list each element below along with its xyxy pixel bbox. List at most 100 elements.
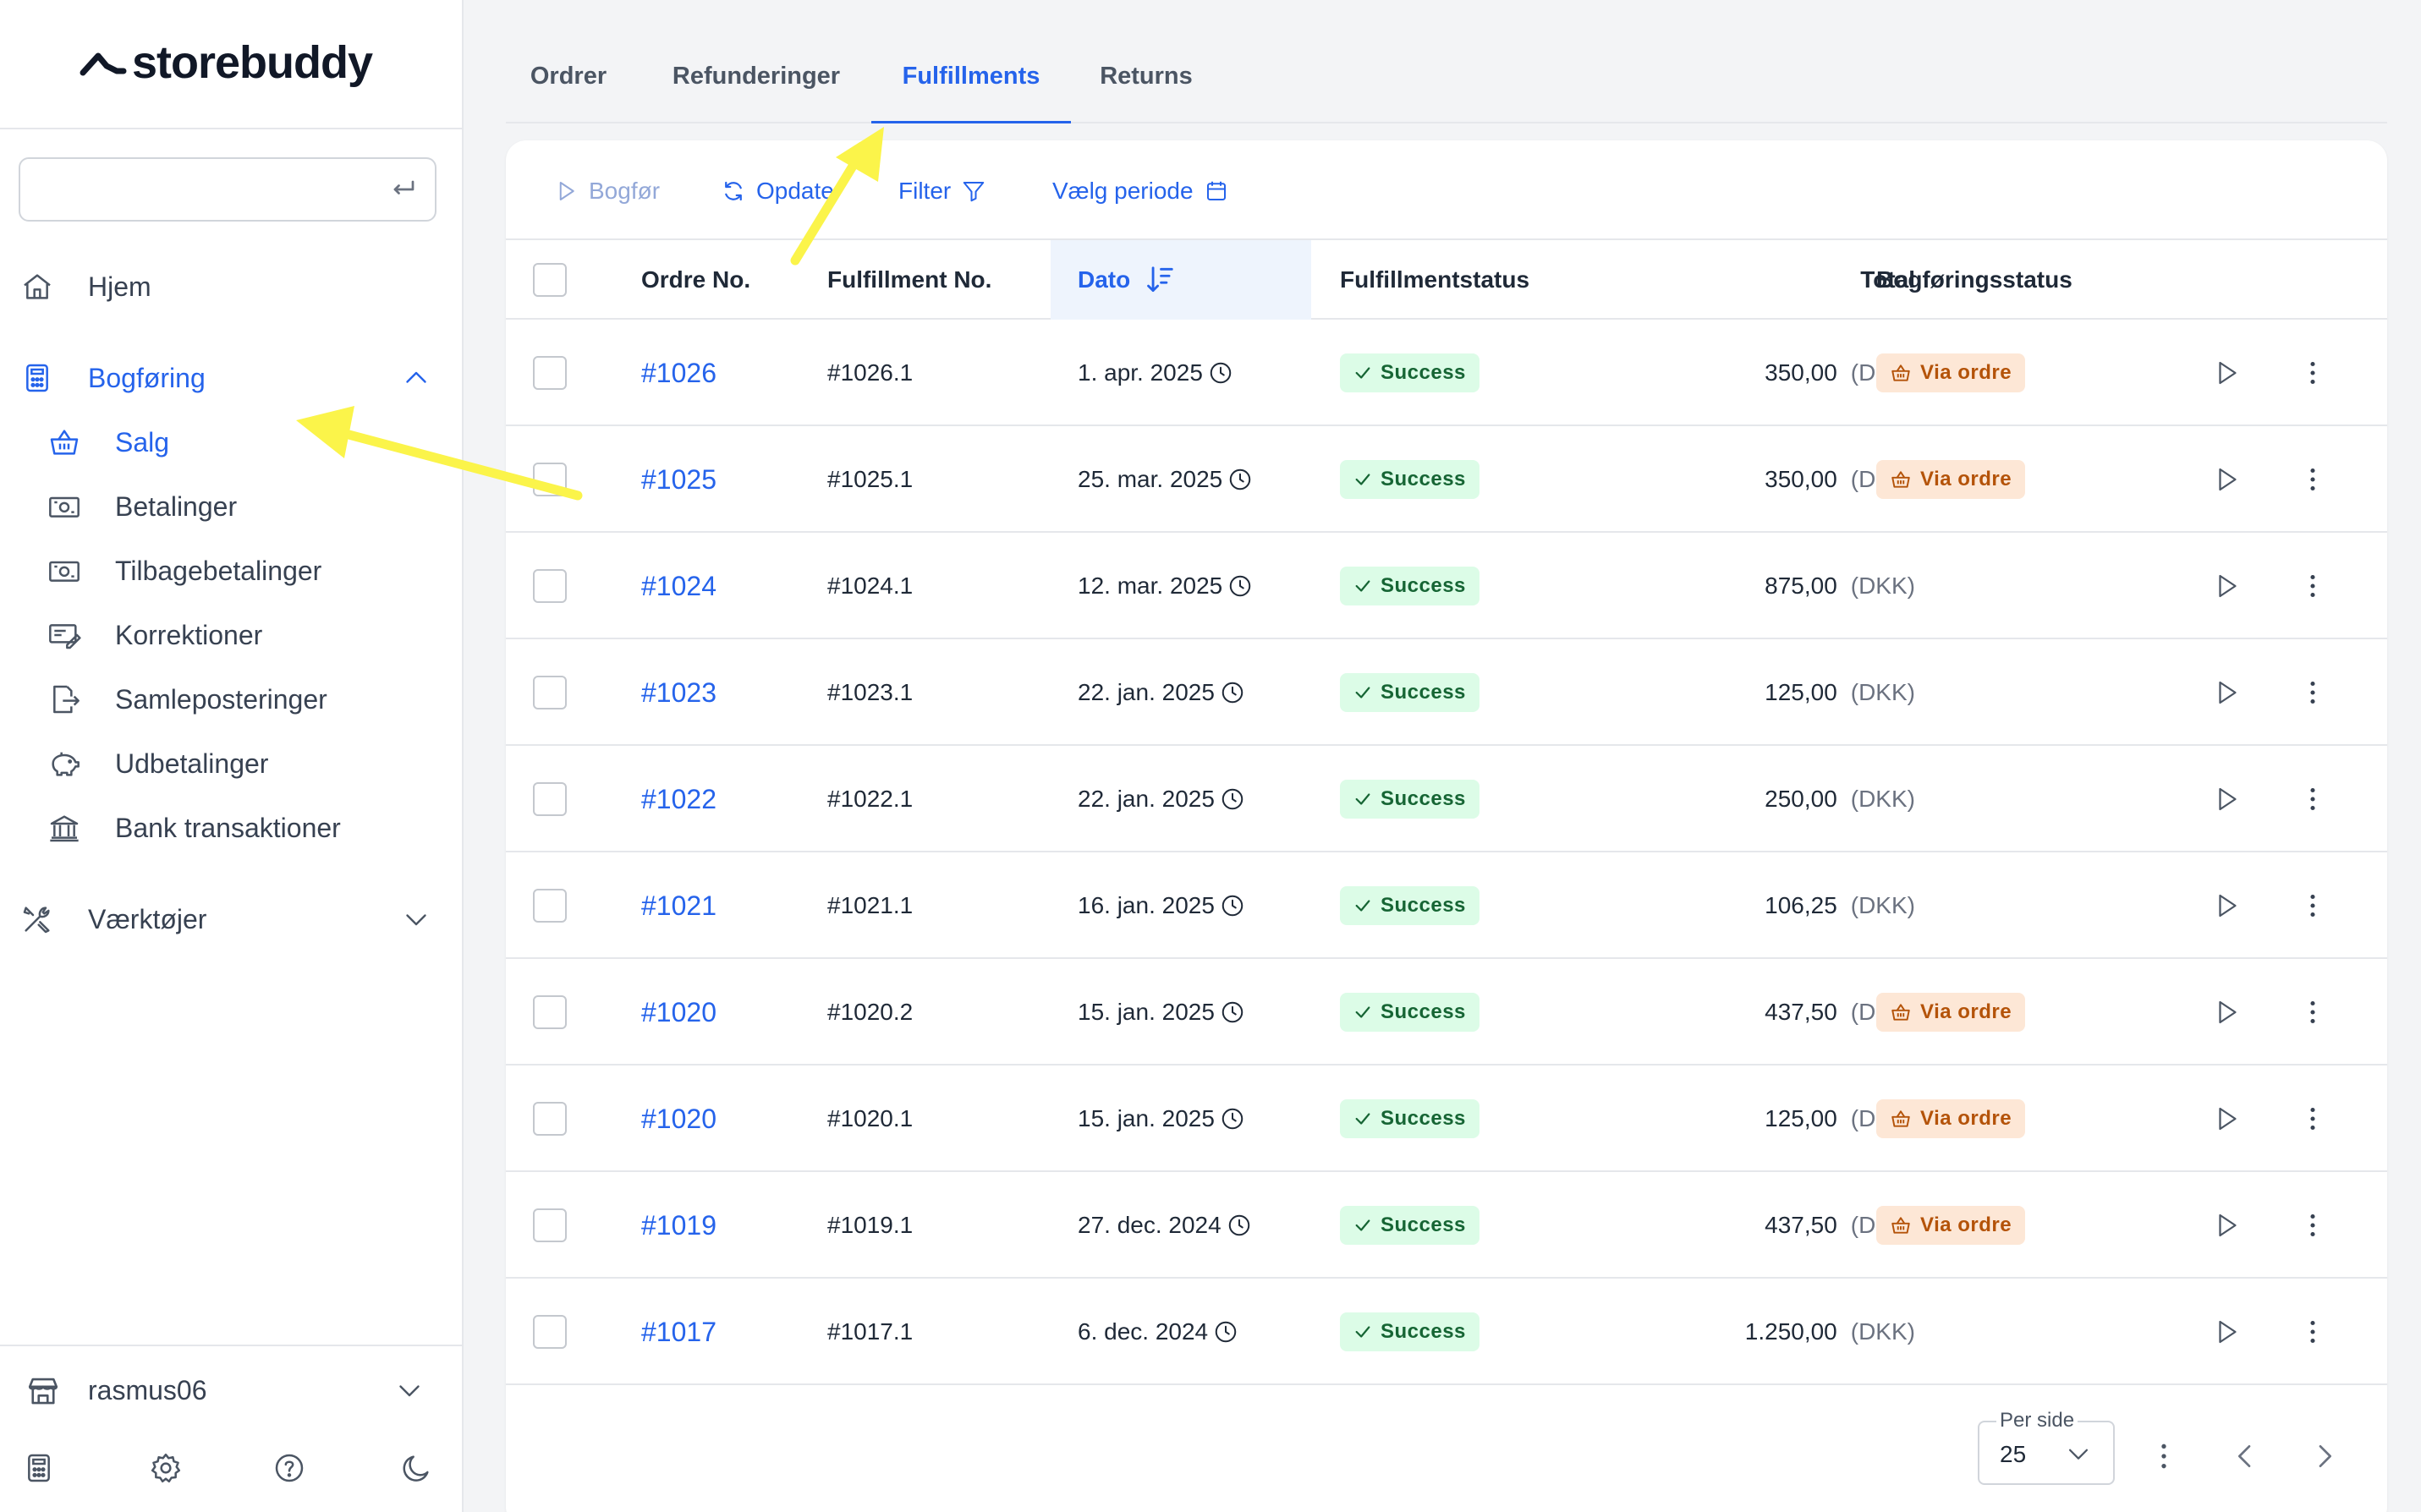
- table-row[interactable]: #1026#1026.11. apr. 2025Success350,00(DK…: [506, 320, 2387, 426]
- header-fulfillment-no[interactable]: Fulfillment No.: [827, 240, 991, 320]
- more-vertical-icon[interactable]: [2147, 1439, 2181, 1473]
- booking-badge[interactable]: Via ordre: [1876, 460, 2026, 499]
- vaelg-periode-button[interactable]: Vælg periode: [1052, 173, 1229, 210]
- order-link[interactable]: #1025: [641, 464, 716, 496]
- more-vertical-icon[interactable]: [2297, 1317, 2328, 1347]
- table-row[interactable]: #1025#1025.125. mar. 2025Success350,00(D…: [506, 426, 2387, 533]
- sidebar-item-bank-transaktioner[interactable]: Bank transaktioner: [0, 802, 464, 854]
- table-row[interactable]: #1024 #1024.1 12. mar. 2025 Success 875,00 (D…: [506, 533, 2387, 639]
- row-checkbox[interactable]: [533, 1102, 567, 1136]
- row-checkbox[interactable]: [533, 463, 567, 496]
- table-row[interactable]: #1022 #1022.1 22. jan. 2025 Success 250,00 (D…: [506, 746, 2387, 852]
- clock-icon[interactable]: [1220, 680, 1245, 705]
- play-icon[interactable]: [2211, 464, 2242, 495]
- more-vertical-icon[interactable]: [2297, 890, 2328, 921]
- order-link[interactable]: #1021: [641, 890, 716, 922]
- table-row[interactable]: #1017 #1017.1 6. dec. 2024 Success 1.250,00 (…: [506, 1279, 2387, 1385]
- play-icon[interactable]: [2211, 890, 2242, 921]
- booking-badge[interactable]: Via ordre: [1876, 993, 2026, 1032]
- row-checkbox[interactable]: [533, 889, 567, 923]
- more-vertical-icon[interactable]: [2297, 358, 2328, 388]
- row-checkbox[interactable]: [533, 676, 567, 709]
- order-link[interactable]: #1020: [641, 1104, 716, 1135]
- play-icon[interactable]: [2211, 997, 2242, 1027]
- sidebar-item-hjem[interactable]: Hjem: [0, 257, 464, 316]
- play-icon[interactable]: [2211, 1104, 2242, 1134]
- booking-badge[interactable]: Via ordre: [1876, 1206, 2026, 1245]
- booking-badge[interactable]: Via ordre: [1876, 1099, 2026, 1138]
- header-fulfillmentstatus[interactable]: Fulfillmentstatus: [1340, 240, 1529, 320]
- play-icon[interactable]: [2211, 358, 2242, 388]
- tab-refunderinger[interactable]: Refunderinger: [672, 63, 841, 123]
- tab-returns[interactable]: Returns: [1100, 63, 1193, 123]
- order-link[interactable]: #1019: [641, 1210, 716, 1241]
- play-icon[interactable]: [2211, 571, 2242, 601]
- header-bogforingsstatus[interactable]: Bogføringsstatus: [1876, 240, 2072, 320]
- sidebar-search-input[interactable]: [19, 157, 436, 222]
- moon-icon[interactable]: [399, 1451, 433, 1485]
- row-checkbox[interactable]: [533, 1208, 567, 1242]
- chevron-left-icon[interactable]: [2228, 1439, 2262, 1473]
- more-vertical-icon[interactable]: [2297, 784, 2328, 814]
- chevron-down-icon[interactable]: [394, 1375, 425, 1405]
- sidebar-item-korrektioner[interactable]: Korrektioner: [0, 609, 464, 661]
- more-vertical-icon[interactable]: [2297, 571, 2328, 601]
- order-link[interactable]: #1020: [641, 997, 716, 1028]
- order-link[interactable]: #1023: [641, 677, 716, 709]
- help-icon[interactable]: [272, 1451, 306, 1485]
- clock-icon[interactable]: [1220, 893, 1245, 918]
- order-link[interactable]: #1017: [641, 1317, 716, 1348]
- more-vertical-icon[interactable]: [2297, 1210, 2328, 1241]
- sidebar-item-betalinger[interactable]: Betalinger: [0, 480, 464, 533]
- clock-icon[interactable]: [1227, 467, 1253, 492]
- user-switcher[interactable]: rasmus06: [0, 1361, 464, 1421]
- more-vertical-icon[interactable]: [2297, 1104, 2328, 1134]
- play-icon[interactable]: [2211, 1210, 2242, 1241]
- table-row[interactable]: #1020#1020.115. jan. 2025Success125,00(D…: [506, 1066, 2387, 1172]
- clock-icon[interactable]: [1227, 573, 1253, 599]
- sidebar-item-samleposteringer[interactable]: Samleposteringer: [0, 673, 464, 726]
- header-dato[interactable]: Dato: [1051, 240, 1311, 320]
- clock-icon[interactable]: [1227, 1213, 1252, 1238]
- play-icon[interactable]: [2211, 677, 2242, 708]
- tab-fulfillments[interactable]: Fulfillments: [871, 63, 1071, 123]
- more-vertical-icon[interactable]: [2297, 677, 2328, 708]
- table-row[interactable]: #1019#1019.127. dec. 2024Success437,50(D…: [506, 1172, 2387, 1279]
- order-link[interactable]: #1026: [641, 358, 716, 389]
- row-checkbox[interactable]: [533, 995, 567, 1029]
- chevron-right-icon[interactable]: [2308, 1439, 2341, 1473]
- play-icon[interactable]: [2211, 1317, 2242, 1347]
- sidebar-item-bogforing[interactable]: Bogføring: [0, 348, 464, 408]
- table-row[interactable]: #1021 #1021.1 16. jan. 2025 Success 106,25 (D…: [506, 852, 2387, 959]
- clock-icon[interactable]: [1213, 1319, 1238, 1345]
- sidebar-item-tilbagebetalinger[interactable]: Tilbagebetalinger: [0, 545, 464, 597]
- header-order-no[interactable]: Ordre No.: [641, 240, 750, 320]
- order-link[interactable]: #1024: [641, 571, 716, 602]
- more-vertical-icon[interactable]: [2297, 997, 2328, 1027]
- booking-badge[interactable]: Via ordre: [1876, 353, 2026, 392]
- sidebar-item-salg[interactable]: Salg: [0, 416, 464, 468]
- order-link[interactable]: #1022: [641, 784, 716, 815]
- filter-button[interactable]: Filter: [898, 173, 986, 210]
- clock-icon[interactable]: [1220, 1106, 1245, 1131]
- clock-icon[interactable]: [1208, 360, 1233, 386]
- tab-ordrer[interactable]: Ordrer: [530, 63, 607, 123]
- row-checkbox[interactable]: [533, 782, 567, 816]
- per-side-select[interactable]: Per side 25: [1978, 1409, 2115, 1485]
- select-all-checkbox[interactable]: [533, 263, 567, 297]
- brand-logo[interactable]: storebuddy: [80, 32, 373, 93]
- play-icon[interactable]: [2211, 784, 2242, 814]
- chevron-down-icon[interactable]: [401, 904, 431, 934]
- row-checkbox[interactable]: [533, 356, 567, 390]
- table-row[interactable]: #1020#1020.215. jan. 2025Success437,50(D…: [506, 959, 2387, 1066]
- sidebar-item-udbetalinger[interactable]: Udbetalinger: [0, 737, 464, 790]
- table-row[interactable]: #1023 #1023.1 22. jan. 2025 Success 125,00 (D…: [506, 639, 2387, 746]
- more-vertical-icon[interactable]: [2297, 464, 2328, 495]
- clock-icon[interactable]: [1220, 786, 1245, 812]
- gear-icon[interactable]: [149, 1451, 183, 1485]
- chevron-up-icon[interactable]: [401, 363, 431, 393]
- opdater-button[interactable]: Opdate: [721, 173, 834, 210]
- row-checkbox[interactable]: [533, 569, 567, 603]
- sidebar-item-vaerktojer[interactable]: Værktøjer: [0, 890, 464, 949]
- clock-icon[interactable]: [1220, 1000, 1245, 1025]
